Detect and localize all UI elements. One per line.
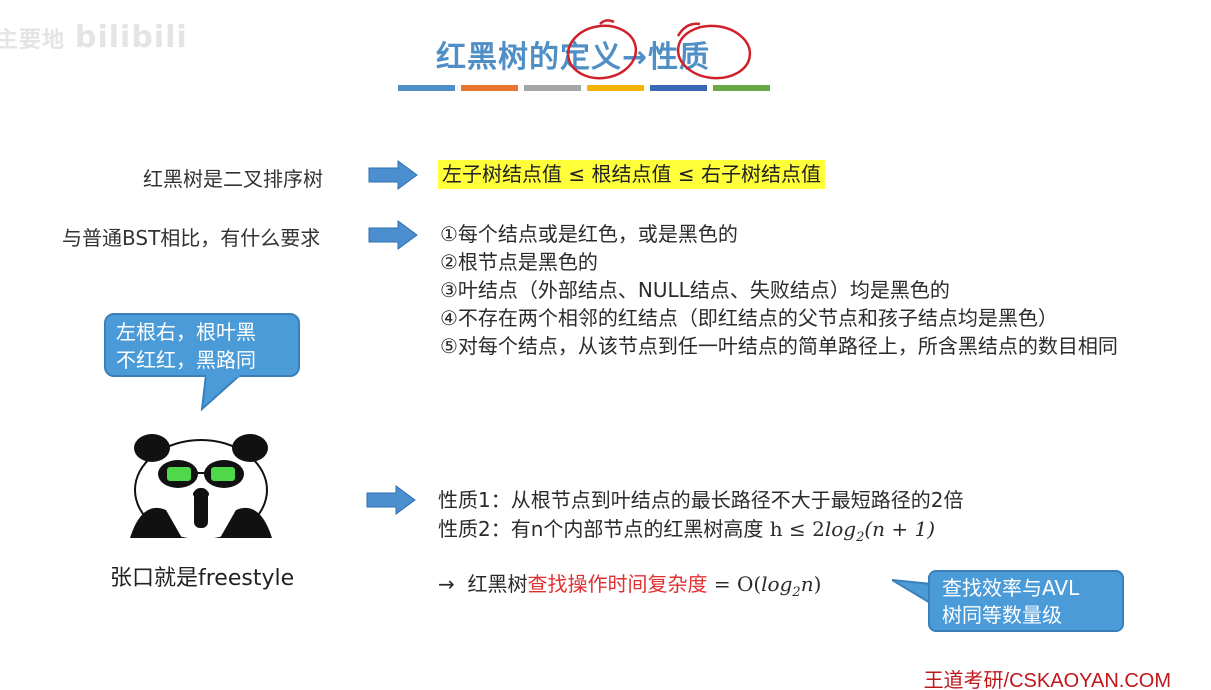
rule-item: ②根节点是黑色的 bbox=[440, 250, 598, 274]
right-arrow-icon bbox=[368, 160, 418, 190]
log-base: 2 bbox=[792, 585, 801, 600]
watermark: 主要地 bilibili bbox=[0, 20, 188, 55]
rule-item: ③叶结点（外部结点、NULL结点、失败结点）均是黑色的 bbox=[440, 278, 950, 302]
color-bar-segment bbox=[461, 85, 518, 91]
title-prefix: 红黑树的 bbox=[436, 40, 560, 75]
rule-list: ①每个结点或是红色，或是黑色的 ②根节点是黑色的 ③叶结点（外部结点、NULL结… bbox=[440, 220, 1190, 360]
row-label-requirements: 与普通BST相比，有什么要求 bbox=[62, 226, 321, 250]
row-label-bst: 红黑树是二叉排序树 bbox=[143, 167, 323, 191]
callout-line: 树同等数量级 bbox=[942, 603, 1062, 627]
mnemonic-bubble: 左根右，根叶黑 不红红，黑路同 bbox=[104, 313, 300, 377]
highlighted-bst-rule: 左子树结点值 ≤ 根结点值 ≤ 右子树结点值 bbox=[438, 160, 825, 189]
conclusion-arrow: → bbox=[438, 572, 455, 596]
log-argument: n bbox=[800, 572, 814, 596]
mnemonic-line: 不红红，黑路同 bbox=[116, 348, 256, 372]
big-o-close: ) bbox=[813, 572, 822, 596]
callout-line: 查找效率与AVL bbox=[942, 576, 1080, 600]
panda-caption: 张口就是freestyle bbox=[110, 566, 295, 591]
color-bar-segment bbox=[713, 85, 770, 91]
bilibili-logo: bilibili bbox=[75, 20, 188, 55]
log-argument: (n + 1) bbox=[864, 517, 936, 541]
color-bar-segment bbox=[587, 85, 644, 91]
rule-item: ①每个结点或是红色，或是黑色的 bbox=[440, 222, 738, 246]
search-complexity-conclusion: → 红黑树查找操作时间复杂度 = O(log2n) bbox=[438, 568, 821, 600]
property-2-text: 性质2：有n个内部节点的红黑树高度 bbox=[438, 517, 770, 541]
log-symbol: log bbox=[824, 517, 857, 541]
color-bar-segment bbox=[398, 85, 455, 91]
rule-item: ⑤对每个结点，从该节点到任一叶结点的简单路径上，所含黑结点的数目相同 bbox=[440, 334, 1118, 358]
right-arrow-icon bbox=[368, 220, 418, 250]
conclusion-red-text: 查找操作时间复杂度 bbox=[527, 572, 708, 596]
property-2: 性质2：有n个内部节点的红黑树高度 h ≤ 2log2(n + 1) bbox=[438, 513, 935, 545]
watermark-text: 主要地 bbox=[0, 28, 66, 53]
bubble-tail bbox=[200, 375, 242, 411]
color-bar-segment bbox=[524, 85, 581, 91]
property-1: 性质1：从根节点到叶结点的最长路径不大于最短路径的2倍 bbox=[438, 488, 964, 512]
red-annotation-circles bbox=[566, 19, 752, 80]
footer-brand: 王道考研/CSKAOYAN.COM bbox=[923, 670, 1171, 690]
big-o-open: = O( bbox=[707, 572, 762, 596]
right-arrow-icon bbox=[366, 485, 416, 515]
avl-comparison-callout: 查找效率与AVL 树同等数量级 bbox=[928, 570, 1124, 632]
color-bar-segment bbox=[650, 85, 707, 91]
height-bound: h ≤ 2 bbox=[769, 517, 825, 541]
rule-item: ④不存在两个相邻的红结点（即红结点的父节点和孩子结点均是黑色） bbox=[440, 306, 1058, 330]
mnemonic-line: 左根右，根叶黑 bbox=[116, 320, 256, 344]
panda-meme-image bbox=[130, 434, 272, 538]
log-symbol: log bbox=[761, 572, 793, 596]
conclusion-prefix: 红黑树 bbox=[467, 572, 528, 596]
